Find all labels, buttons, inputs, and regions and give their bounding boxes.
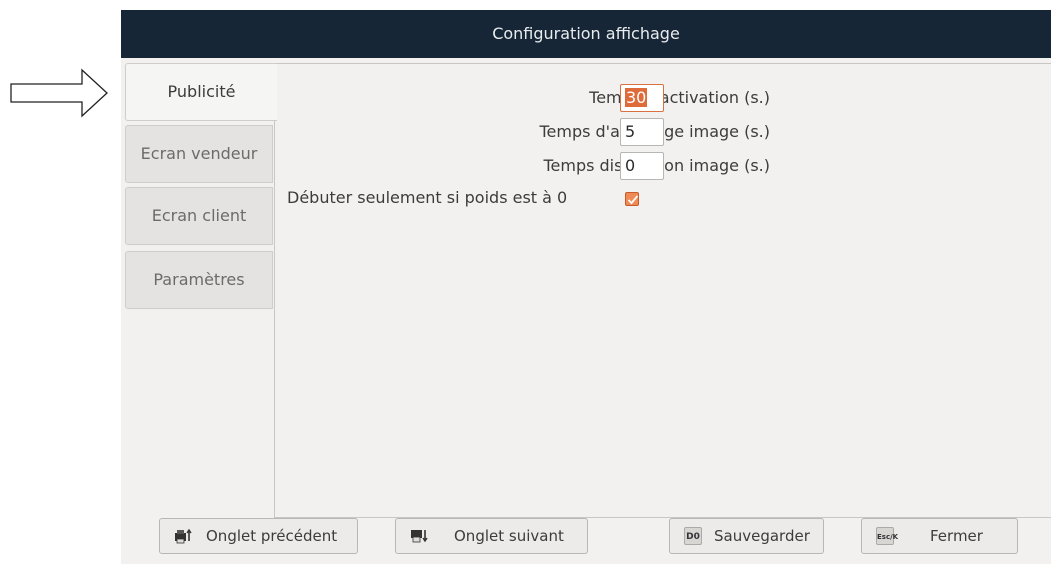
next-tab-button[interactable]: Onglet suivant [395,518,588,554]
printer-down-icon [411,530,428,543]
esc-key-icon: Esc/K [876,527,898,545]
d0-key-icon: D0 [684,527,702,545]
save-button[interactable]: D0 Sauvegarder [669,518,824,554]
previous-tab-label: Onglet précédent [206,527,338,545]
start-zero-checkbox[interactable] [625,192,639,206]
tab-ecran-client[interactable]: Ecran client [125,187,273,245]
tab-publicite[interactable]: Publicité [125,63,277,121]
tab-parametres[interactable]: Paramètres [125,251,273,309]
save-label: Sauvegarder [714,527,810,545]
callout-arrow-icon [10,68,108,118]
tab-ecran-vendeur[interactable]: Ecran vendeur [125,125,273,183]
printer-up-icon [175,528,192,544]
close-label: Fermer [930,527,983,545]
tab-panel-publicite: Temps d'activation (s.) 30 Temps d'affic… [274,63,1051,518]
config-window: Configuration affichage Publicité Ecran … [121,10,1051,564]
start-zero-label: Débuter seulement si poids est à 0 [287,188,568,207]
close-button[interactable]: Esc/K Fermer [861,518,1018,554]
previous-tab-button[interactable]: Onglet précédent [159,518,358,554]
next-tab-label: Onglet suivant [454,527,564,545]
activation-value: 30 [625,88,648,107]
display-input[interactable]: 5 [620,118,664,146]
activation-input[interactable]: 30 [620,84,664,112]
disappear-input[interactable]: 0 [620,152,664,180]
activation-label: Temps d'activation (s.) [589,88,770,107]
window-title: Configuration affichage [121,10,1051,58]
checkmark-icon [627,195,639,205]
